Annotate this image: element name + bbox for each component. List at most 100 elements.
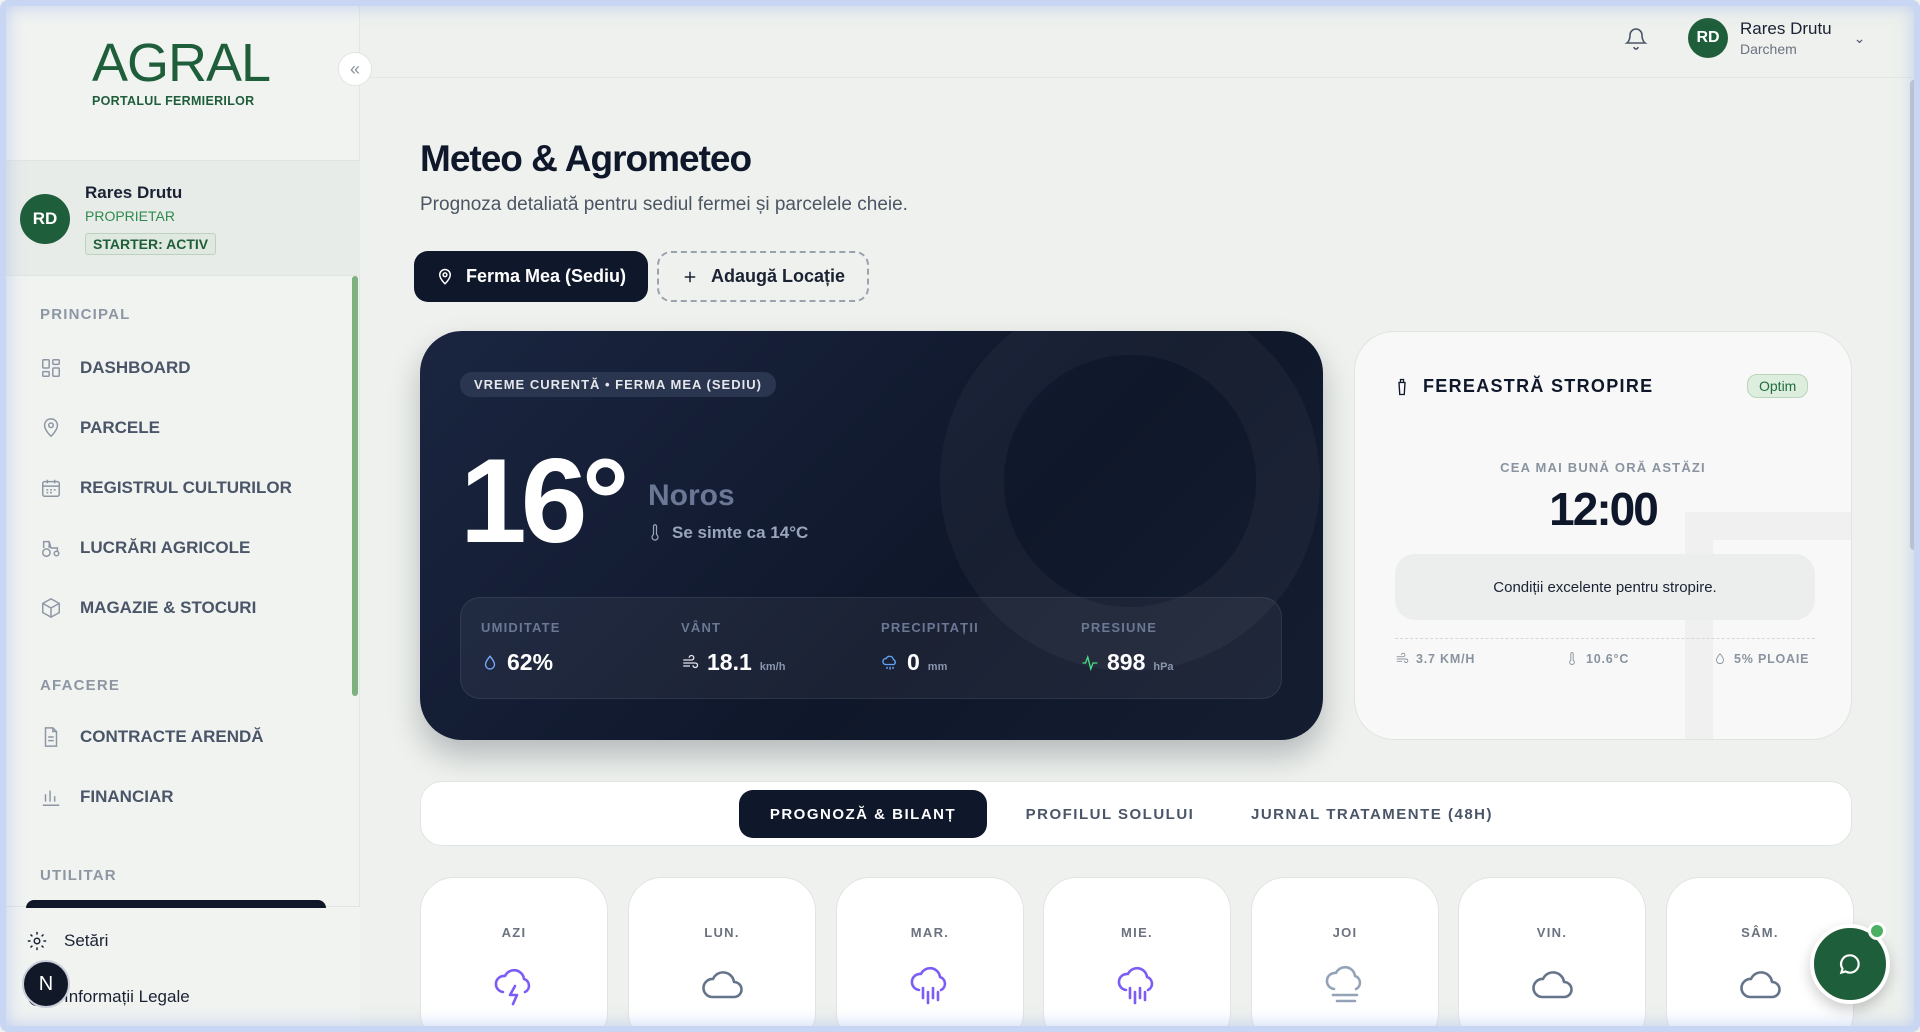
sidebar-item-dashboard[interactable]: DASHBOARD	[40, 353, 191, 383]
spray-stat-rain: 5% PLOAIE	[1713, 652, 1809, 666]
settings-link[interactable]: Setări	[26, 930, 108, 952]
spray-window-card: FEREASTRĂ STROPIRE Optim CEA MAI BUNĂ OR…	[1354, 331, 1852, 740]
user-name: Rares Drutu	[1740, 19, 1832, 38]
wind-icon	[683, 654, 699, 668]
document-icon	[44, 727, 58, 747]
forecast-day-card[interactable]: AZI	[420, 877, 608, 1032]
stat-value: 898	[1107, 649, 1146, 675]
sidebar-item-registrul-culturilor[interactable]: REGISTRUL CULTURILOR	[40, 473, 292, 503]
weather-stats: UMIDITATE 62% VÂNT 18.1 km/h PRECIPITAȚI…	[460, 597, 1282, 699]
forecast-day-card[interactable]: VIN.	[1458, 877, 1646, 1032]
best-time-label: CEA MAI BUNĂ ORĂ ASTĂZI	[1500, 460, 1706, 475]
divider	[1395, 638, 1815, 639]
sidebar-item-lucrari-agricole[interactable]: LUCRĂRI AGRICOLE	[40, 533, 250, 563]
sidebar-item-label: FINANCIAR	[80, 787, 174, 806]
section-title-principal: PRINCIPAL	[40, 306, 131, 323]
stat-value: 18.1	[707, 649, 752, 675]
stat-label: UMIDITATE	[481, 620, 561, 635]
sidebar-item-label: CONTRACTE ARENDĂ	[80, 727, 264, 746]
forecast-day-label: VIN.	[1536, 925, 1568, 940]
double-chevron-left-icon: «	[349, 58, 360, 79]
avatar: RD	[20, 194, 70, 244]
forecast-day-label: MIE.	[1121, 925, 1153, 940]
forecast-day-card[interactable]: LUN.	[628, 877, 816, 1032]
rain-cloud-icon	[882, 655, 896, 670]
section-title-utilitar: UTILITAR	[40, 867, 117, 884]
tractor-icon	[42, 540, 60, 557]
stat-label: PRESIUNE	[1081, 620, 1158, 635]
page-scrollbar[interactable]	[1910, 80, 1918, 550]
forecast-day-label: MAR.	[910, 925, 950, 940]
notifications-button[interactable]	[1624, 26, 1648, 50]
legal-info-label: Informații Legale	[64, 987, 190, 1006]
activity-icon	[1082, 654, 1098, 671]
spray-stat-label: 10.6°C	[1586, 652, 1630, 666]
tab-prognoza-bilant[interactable]: PROGNOZĂ & BILANȚ	[739, 790, 987, 838]
location-label: Ferma Mea (Sediu)	[466, 266, 627, 286]
gear-icon	[27, 931, 47, 951]
cloud-icon	[702, 971, 743, 999]
stat-humidity: UMIDITATE 62%	[481, 620, 561, 676]
location-ferma-mea-button[interactable]: Ferma Mea (Sediu)	[414, 251, 649, 302]
map-pin-icon	[43, 418, 59, 438]
sidebar-item-financiar[interactable]: FINANCIAR	[40, 782, 174, 812]
current-temperature: 16°	[460, 434, 629, 568]
sidebar-active-item-edge	[26, 900, 326, 908]
plan-badge: STARTER: ACTIV	[85, 233, 217, 255]
rain-cloud-icon	[1117, 966, 1154, 1005]
chevron-down-icon: ⌄	[1853, 29, 1866, 46]
n-badge[interactable]: N	[22, 960, 70, 1008]
online-indicator	[1868, 922, 1886, 940]
best-time-value: 12:00	[1549, 483, 1659, 535]
bell-icon	[1624, 28, 1648, 50]
status-badge: Optim	[1747, 374, 1809, 398]
logo-text: AGRAL	[92, 33, 271, 93]
forecast-day-label: AZI	[501, 925, 527, 940]
spray-title-text: FEREASTRĂ STROPIRE	[1423, 376, 1654, 396]
spray-stat-label: 5% PLOAIE	[1734, 652, 1810, 666]
decorative-shape	[1685, 512, 1851, 739]
sidebar-item-label: MAGAZIE & STOCURI	[80, 598, 257, 617]
add-location-button[interactable]: Adaugă Locație	[657, 251, 870, 302]
topbar	[360, 0, 1920, 78]
forecast-day-card[interactable]: JOI	[1251, 877, 1439, 1032]
sidebar-item-label: LUCRĂRI AGRICOLE	[80, 538, 251, 557]
calendar-icon	[42, 479, 60, 497]
stat-label: PRECIPITAȚII	[881, 620, 979, 635]
grid-icon	[42, 359, 60, 377]
spray-stat-wind: 3.7 KM/H	[1395, 652, 1475, 666]
sidebar-scrollbar[interactable]	[352, 276, 358, 696]
stat-unit: hPa	[1153, 661, 1174, 673]
forecast-day-card[interactable]: MAR.	[836, 877, 1024, 1032]
tab-jurnal-tratamente[interactable]: JURNAL TRATAMENTE (48H)	[1237, 790, 1507, 838]
sidebar-profile[interactable]: RD Rares Drutu PROPRIETAR STARTER: ACTIV	[0, 160, 360, 276]
section-title-afacere: AFACERE	[40, 677, 121, 694]
user-company: Darchem	[1740, 41, 1797, 57]
sidebar-item-label: REGISTRUL CULTURILOR	[80, 478, 292, 497]
chat-bubble-icon	[1839, 954, 1860, 975]
settings-label: Setări	[64, 931, 109, 950]
rain-cloud-icon	[910, 966, 947, 1005]
sidebar-item-magazie-stocuri[interactable]: MAGAZIE & STOCURI	[40, 593, 256, 623]
stat-value: 62%	[507, 649, 554, 675]
droplet-icon	[1716, 653, 1724, 665]
sidebar-item-label: PARCELE	[80, 418, 160, 437]
tab-profilul-solului[interactable]: PROFILUL SOLULUI	[1005, 790, 1215, 838]
weather-tag: VREME CURENTĂ • FERMA MEA (SEDIU)	[460, 372, 776, 397]
user-menu[interactable]: RD Rares Drutu Darchem ⌄	[1688, 18, 1865, 58]
avatar: RD	[1688, 18, 1728, 58]
sidebar-item-parcele[interactable]: PARCELE	[40, 413, 160, 443]
stat-label: VÂNT	[681, 620, 722, 635]
forecast-day-card[interactable]: MIE.	[1043, 877, 1231, 1032]
spray-title: FEREASTRĂ STROPIRE	[1395, 376, 1653, 397]
sidebar-item-contracte-arenda[interactable]: CONTRACTE ARENDĂ	[40, 722, 264, 752]
profile-name: Rares Drutu	[85, 183, 183, 202]
stat-wind: VÂNT 18.1 km/h	[681, 620, 785, 676]
sidebar: AGRAL PORTALUL FERMIERILOR RD Rares Drut…	[0, 0, 360, 1032]
logo[interactable]: AGRAL PORTALUL FERMIERILOR	[92, 36, 272, 126]
droplet-icon	[484, 654, 496, 670]
cloud-icon	[1740, 971, 1781, 999]
sidebar-collapse-button[interactable]: «	[338, 52, 372, 86]
logo-subtitle: PORTALUL FERMIERILOR	[92, 94, 255, 108]
bar-chart-icon	[42, 790, 60, 806]
